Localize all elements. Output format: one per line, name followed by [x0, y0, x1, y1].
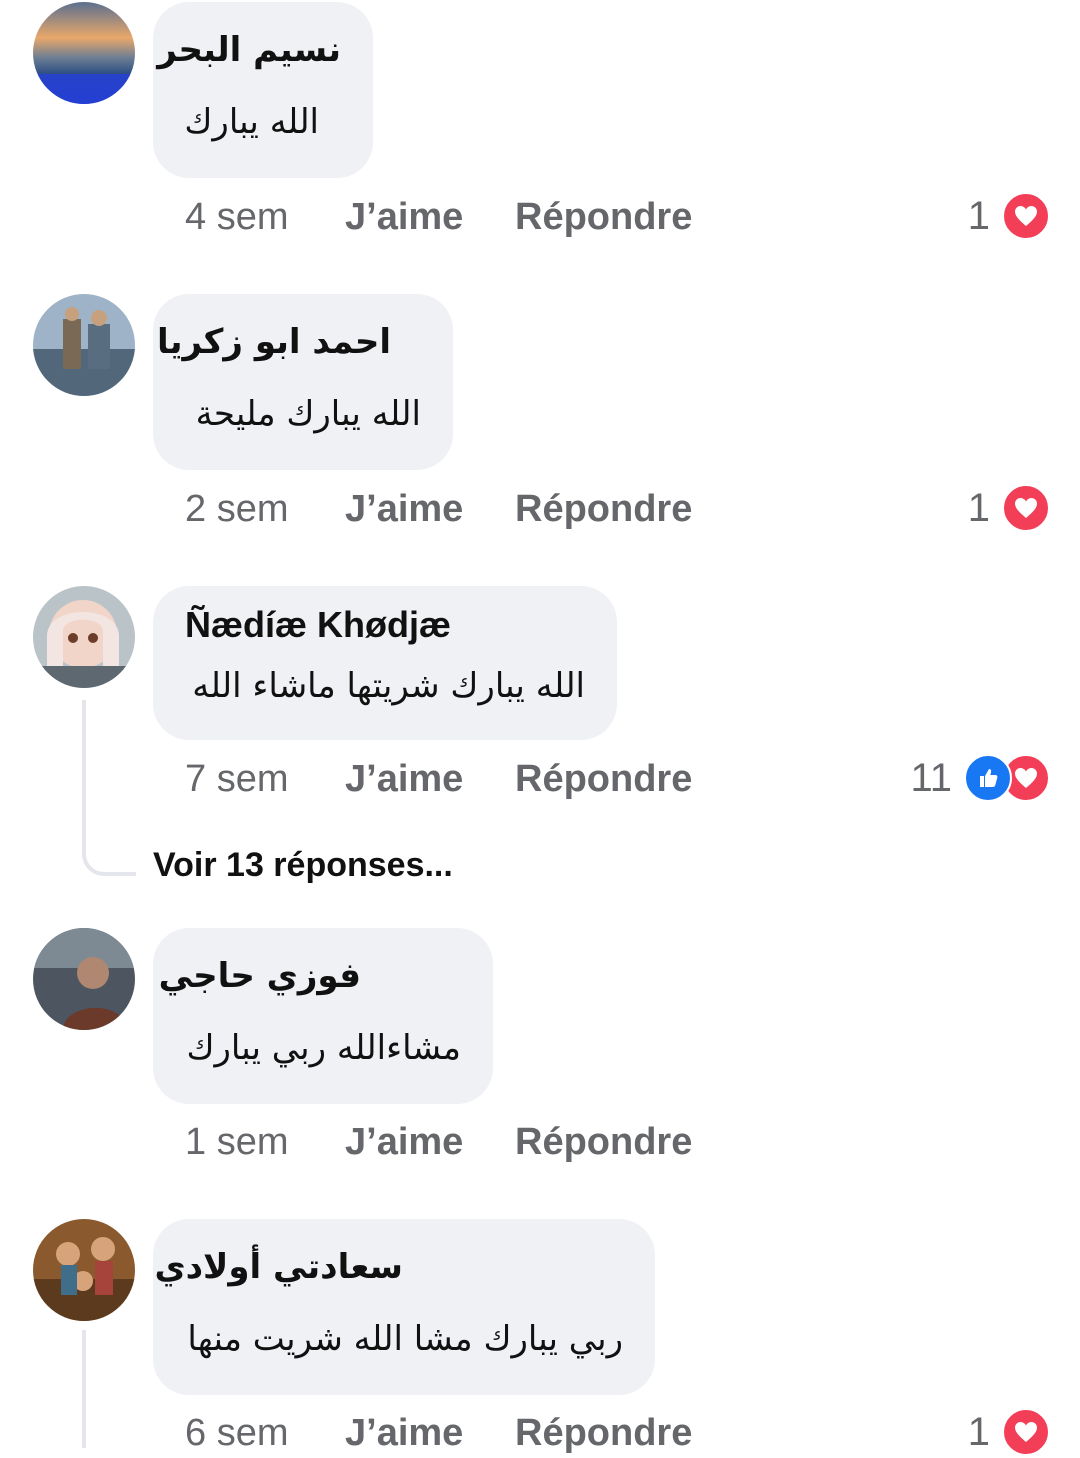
- heart-icon: [1002, 484, 1050, 532]
- comment-time[interactable]: 4 sem: [185, 196, 345, 239]
- reply-button[interactable]: Répondre: [515, 1412, 692, 1455]
- comment-time[interactable]: 7 sem: [185, 758, 345, 801]
- comment-time[interactable]: 6 sem: [185, 1412, 345, 1455]
- comment-text: الله يبارك مليحة: [195, 394, 421, 434]
- like-button[interactable]: J’aime: [345, 1412, 515, 1455]
- like-button[interactable]: J’aime: [345, 196, 515, 239]
- like-button[interactable]: J’aime: [345, 758, 515, 801]
- heart-icon: [1002, 1408, 1050, 1456]
- heart-icon: [1002, 192, 1050, 240]
- like-button[interactable]: J’aime: [345, 1121, 515, 1164]
- comment-time[interactable]: 1 sem: [185, 1121, 345, 1164]
- comment-author[interactable]: فوزي حاجي: [159, 956, 361, 996]
- avatar[interactable]: [33, 2, 135, 104]
- view-replies-link[interactable]: Voir 13 réponses...: [153, 846, 453, 885]
- reply-thread-line: [82, 1330, 86, 1448]
- avatar[interactable]: [33, 928, 135, 1030]
- comment-author[interactable]: احمد ابو زكريا: [157, 322, 391, 362]
- comment-actions: 4 sem J’aime Répondre: [185, 192, 692, 242]
- avatar[interactable]: [33, 586, 135, 688]
- comment-bubble[interactable]: Ñædíæ Khødjæ الله يبارك شريتها ماشاء الل…: [153, 586, 617, 740]
- comment-author[interactable]: نسيم البحر: [157, 30, 341, 70]
- comment-author[interactable]: سعادتي أولادي: [154, 1247, 403, 1287]
- reaction-summary[interactable]: 11: [910, 753, 1050, 803]
- comment-text: الله يبارك: [184, 102, 319, 142]
- reaction-summary[interactable]: 1: [968, 483, 1050, 533]
- avatar[interactable]: [33, 294, 135, 396]
- comment-bubble[interactable]: فوزي حاجي مشاءالله ربي يبارك: [153, 928, 493, 1104]
- reaction-summary[interactable]: 1: [968, 191, 1050, 241]
- reply-thread-line: [82, 700, 86, 850]
- comment-text: الله يبارك شريتها ماشاء الله: [192, 666, 585, 706]
- comment-text: مشاءالله ربي يبارك: [186, 1028, 461, 1068]
- comment-author[interactable]: Ñædíæ Khødjæ: [185, 604, 451, 646]
- comment-bubble[interactable]: احمد ابو زكريا الله يبارك مليحة: [153, 294, 453, 470]
- comment-actions: 6 sem J’aime Répondre: [185, 1408, 692, 1458]
- reply-thread-connector: [82, 846, 136, 876]
- reply-button[interactable]: Répondre: [515, 488, 692, 531]
- comment-actions: 7 sem J’aime Répondre: [185, 754, 692, 804]
- comment-bubble[interactable]: سعادتي أولادي ربي يبارك مشا الله شريت من…: [153, 1219, 655, 1395]
- like-icon: [964, 754, 1012, 802]
- reaction-count: 1: [967, 485, 990, 530]
- reaction-summary[interactable]: 1: [968, 1407, 1050, 1457]
- like-button[interactable]: J’aime: [345, 488, 515, 531]
- reply-button[interactable]: Répondre: [515, 1121, 692, 1164]
- comment-text: ربي يبارك مشا الله شريت منها: [187, 1319, 623, 1359]
- avatar[interactable]: [33, 1219, 135, 1321]
- comment-actions: 1 sem J’aime Répondre: [185, 1117, 692, 1167]
- reaction-count: 1: [967, 193, 990, 238]
- comment-time[interactable]: 2 sem: [185, 488, 345, 531]
- reply-button[interactable]: Répondre: [515, 758, 692, 801]
- reply-button[interactable]: Répondre: [515, 196, 692, 239]
- comment-actions: 2 sem J’aime Répondre: [185, 484, 692, 534]
- comment-bubble[interactable]: نسيم البحر الله يبارك: [153, 2, 373, 178]
- reaction-count: 11: [910, 755, 952, 800]
